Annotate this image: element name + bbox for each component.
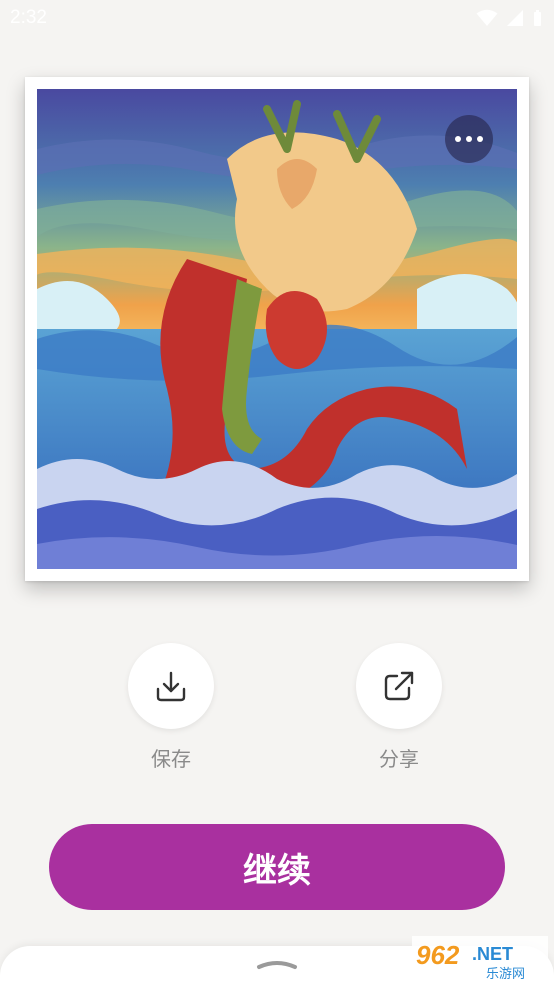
more-dot bbox=[455, 136, 461, 142]
svg-text:962: 962 bbox=[416, 940, 460, 970]
dragon-artwork bbox=[37, 89, 517, 569]
share-external-icon bbox=[384, 671, 414, 701]
battery-icon bbox=[534, 10, 541, 26]
artwork-image[interactable] bbox=[37, 89, 517, 569]
save-button[interactable] bbox=[128, 643, 214, 729]
download-icon bbox=[156, 671, 186, 702]
more-dot bbox=[466, 136, 472, 142]
share-button[interactable] bbox=[356, 643, 442, 729]
share-action[interactable]: 分享 bbox=[355, 643, 443, 772]
share-label: 分享 bbox=[379, 747, 419, 771]
sheet-handle-icon[interactable] bbox=[256, 958, 298, 970]
status-icons bbox=[476, 9, 542, 27]
more-dot bbox=[477, 136, 483, 142]
watermark-logo: 962 .NET 乐游网 bbox=[412, 936, 548, 982]
more-options-button[interactable] bbox=[445, 115, 493, 163]
continue-button[interactable]: 继续 bbox=[49, 824, 505, 910]
artwork-frame bbox=[25, 77, 529, 581]
save-label: 保存 bbox=[151, 747, 191, 771]
save-action[interactable]: 保存 bbox=[127, 643, 215, 772]
status-bar: 2:32 bbox=[0, 0, 554, 38]
signal-icon bbox=[507, 10, 523, 26]
svg-text:乐游网: 乐游网 bbox=[486, 967, 525, 982]
status-time: 2:32 bbox=[10, 7, 47, 28]
wifi-icon bbox=[476, 9, 498, 26]
svg-text:.NET: .NET bbox=[472, 944, 513, 964]
